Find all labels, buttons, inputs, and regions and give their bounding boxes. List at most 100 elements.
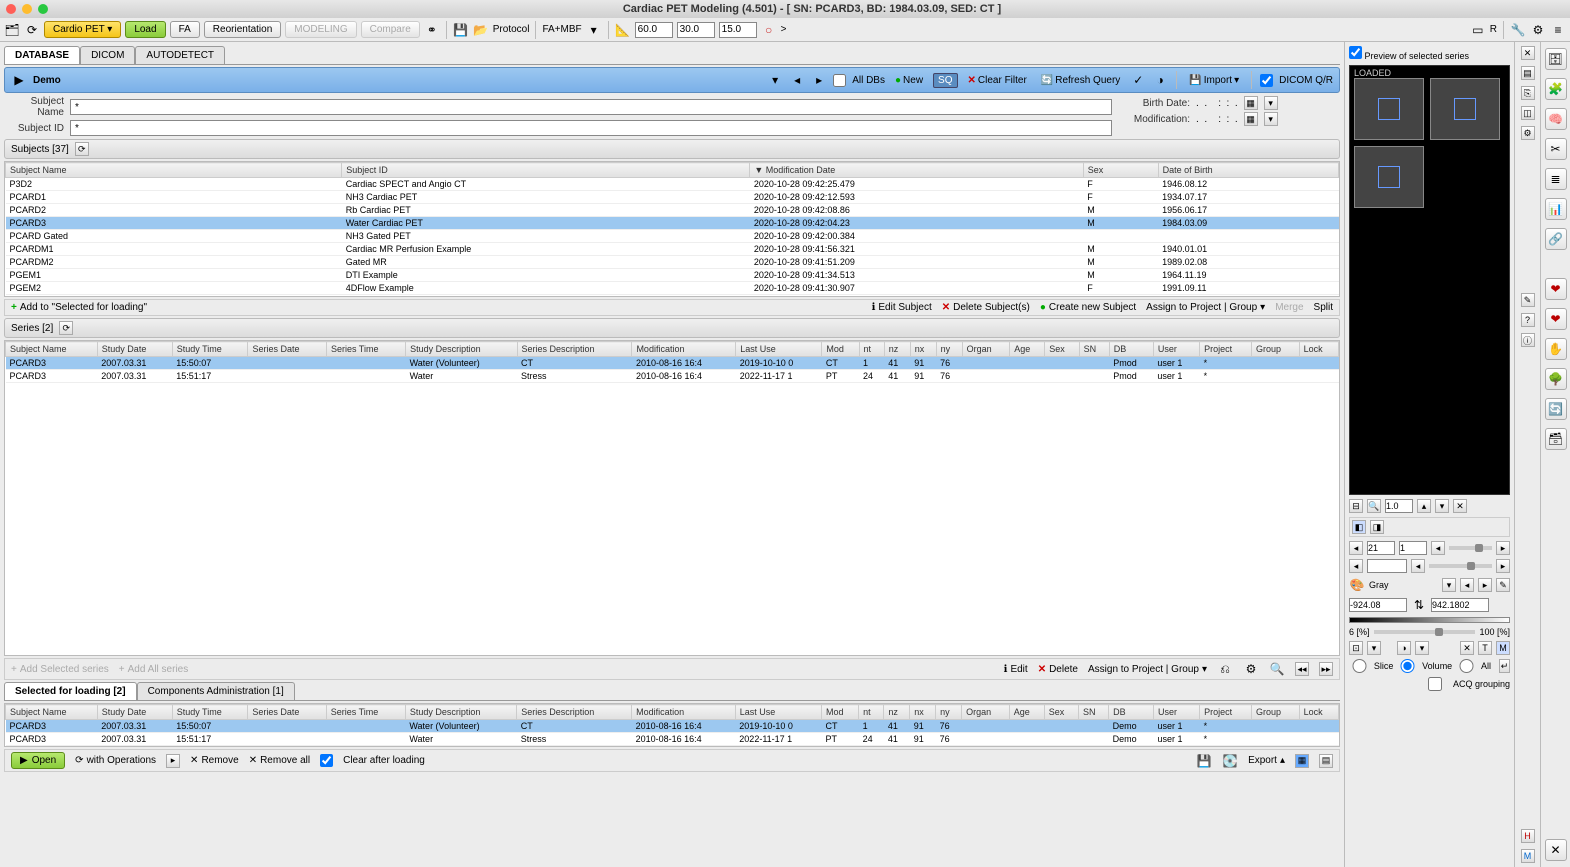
- series-tool1-icon[interactable]: ⎌: [1217, 661, 1233, 677]
- t-prev-icon[interactable]: ◂: [1349, 559, 1363, 573]
- series-nav-prev[interactable]: ◂◂: [1295, 662, 1309, 676]
- link-icon[interactable]: ⚭: [424, 22, 440, 38]
- palette-icon[interactable]: 🎨: [1349, 577, 1365, 593]
- tool-x-icon[interactable]: ✕: [1460, 641, 1474, 655]
- clear-after-check[interactable]: [320, 754, 333, 767]
- zoom-dn-icon[interactable]: ▾: [1435, 499, 1449, 513]
- tab-autodetect[interactable]: AUTODETECT: [135, 46, 225, 64]
- alldbs-check[interactable]: [833, 74, 846, 87]
- monitor-icon[interactable]: ▭: [1470, 22, 1486, 38]
- table-row[interactable]: PGEM1DTI Example2020-10-28 09:41:34.513M…: [6, 269, 1339, 282]
- mod-tree-icon[interactable]: 🌳: [1545, 368, 1567, 390]
- mod-stack-icon[interactable]: 🗃: [1545, 428, 1567, 450]
- table-row[interactable]: PCARD32007.03.3115:50:07Water (Volunteer…: [6, 720, 1339, 733]
- load-button[interactable]: Load: [125, 21, 165, 38]
- t-slider[interactable]: [1429, 564, 1492, 568]
- mod-bars-icon[interactable]: 📊: [1545, 198, 1567, 220]
- col-modification-date[interactable]: ▼ Modification Date: [750, 163, 1083, 178]
- tool-m-icon[interactable]: M: [1496, 641, 1510, 655]
- series-nav-next[interactable]: ▸▸: [1319, 662, 1333, 676]
- merge-button[interactable]: Merge: [1275, 302, 1303, 313]
- axis-icon[interactable]: 📐: [615, 22, 631, 38]
- subjects-refresh-icon[interactable]: ⟳: [75, 142, 89, 156]
- mod-hand-icon[interactable]: ✋: [1545, 338, 1567, 360]
- bd-drop-icon[interactable]: ▾: [1264, 96, 1278, 110]
- volume-radio[interactable]: [1397, 659, 1418, 673]
- param2-input[interactable]: [677, 22, 715, 38]
- col-date-of-birth[interactable]: Date of Birth: [1158, 163, 1338, 178]
- side-m-icon[interactable]: M: [1521, 849, 1535, 863]
- all-radio[interactable]: [1456, 659, 1477, 673]
- cm-edit-icon[interactable]: ✎: [1496, 578, 1510, 592]
- preview-thumb-1[interactable]: [1354, 78, 1424, 140]
- list-icon[interactable]: ▤: [1319, 754, 1333, 768]
- preview-thumb-3[interactable]: [1354, 146, 1424, 208]
- save-icon[interactable]: 💾: [453, 22, 469, 38]
- window-slider[interactable]: [1374, 630, 1476, 634]
- fa-button[interactable]: FA: [170, 21, 200, 38]
- cm-prev-icon[interactable]: ◂: [1460, 578, 1474, 592]
- tab-dicom[interactable]: DICOM: [80, 46, 135, 64]
- refresh-confirm-icon[interactable]: ✓: [1130, 72, 1146, 88]
- mod-heart1-icon[interactable]: ❤: [1545, 278, 1567, 300]
- db-icon[interactable]: 🗂: [4, 22, 20, 38]
- acq-check[interactable]: [1421, 677, 1449, 691]
- famfb-label[interactable]: FA+MBF: [542, 24, 581, 35]
- table-row[interactable]: PGEM24DFlow Example2020-10-28 09:41:30.9…: [6, 282, 1339, 295]
- side-gear-icon[interactable]: ⚙: [1521, 126, 1535, 140]
- mod-close-icon[interactable]: ✕: [1545, 839, 1567, 861]
- modeling-button[interactable]: MODELING: [285, 21, 356, 38]
- step-back-icon[interactable]: ◂: [1431, 541, 1445, 555]
- col-sex[interactable]: Sex: [1083, 163, 1158, 178]
- tab-database[interactable]: DATABASE: [4, 46, 80, 64]
- close-icon[interactable]: [6, 4, 16, 14]
- side-info-icon[interactable]: ⓘ: [1521, 333, 1535, 347]
- tab-selected-loading[interactable]: Selected for loading [2]: [4, 682, 137, 700]
- prev-icon[interactable]: ◂: [789, 72, 805, 88]
- side-view-icon[interactable]: ◫: [1521, 106, 1535, 120]
- refresh-query-button[interactable]: 🔄 Refresh Query: [1037, 74, 1124, 87]
- new-button[interactable]: ●New: [891, 74, 927, 87]
- win-min-input[interactable]: [1349, 598, 1407, 612]
- side-h-icon[interactable]: H: [1521, 829, 1535, 843]
- layout-b-icon[interactable]: ◨: [1370, 520, 1384, 534]
- subject-id-input[interactable]: [70, 120, 1112, 136]
- table-row[interactable]: PCARD32007.03.3115:51:17WaterStress2010-…: [6, 370, 1339, 383]
- reorientation-button[interactable]: Reorientation: [204, 21, 281, 38]
- zoom-up-icon[interactable]: ▴: [1417, 499, 1431, 513]
- series-refresh-icon[interactable]: ⟳: [59, 321, 73, 335]
- bd-cal-icon[interactable]: ▦: [1244, 96, 1258, 110]
- maximize-icon[interactable]: [38, 4, 48, 14]
- mod-flow-icon[interactable]: 🧩: [1545, 78, 1567, 100]
- cardio-pet-button[interactable]: Cardio PET ▾: [44, 21, 121, 38]
- save-icon2[interactable]: 💾: [1196, 753, 1212, 769]
- slice-slider[interactable]: [1449, 546, 1492, 550]
- dropdown-icon[interactable]: ▾: [586, 22, 602, 38]
- table-row[interactable]: P3D2Cardiac SPECT and Angio CT2020-10-28…: [6, 178, 1339, 191]
- tool1-icon[interactable]: ⊡: [1349, 641, 1363, 655]
- col-subject-id[interactable]: Subject ID: [342, 163, 750, 178]
- add-selected-series-button[interactable]: +Add Selected series: [11, 664, 109, 675]
- layout-a-icon[interactable]: ◧: [1352, 520, 1366, 534]
- preview-thumb-2[interactable]: [1430, 78, 1500, 140]
- assign-project-button[interactable]: Assign to Project | Group ▾: [1146, 302, 1265, 313]
- subjects-table[interactable]: Subject NameSubject ID▼ Modification Dat…: [4, 161, 1340, 297]
- table-row[interactable]: PCARDM1Cardiac MR Perfusion Example2020-…: [6, 243, 1339, 256]
- delete-subject-button[interactable]: ✕Delete Subject(s): [942, 302, 1030, 313]
- disk-icon[interactable]: 💽: [1222, 753, 1238, 769]
- table-row[interactable]: PCARD32007.03.3115:51:17WaterStress2010-…: [6, 733, 1339, 746]
- win-max-input[interactable]: [1431, 598, 1489, 612]
- table-row[interactable]: PCARD2Rb Cardiac PET2020-10-28 09:42:08.…: [6, 204, 1339, 217]
- t-fwd-icon[interactable]: ▸: [1496, 559, 1510, 573]
- compare-button[interactable]: Compare: [361, 21, 420, 38]
- param3-input[interactable]: [719, 22, 757, 38]
- tools-icon[interactable]: 🔧: [1510, 22, 1526, 38]
- edit-series-button[interactable]: ℹ Edit: [1004, 664, 1028, 675]
- tool2-icon[interactable]: ◑: [1397, 641, 1411, 655]
- preview-check[interactable]: [1349, 46, 1362, 59]
- cm-next-icon[interactable]: ▸: [1478, 578, 1492, 592]
- export-button[interactable]: Export ▴: [1248, 755, 1285, 766]
- side-layer-icon[interactable]: ▤: [1521, 66, 1535, 80]
- add-all-series-button[interactable]: +Add All series: [119, 664, 188, 675]
- table-row[interactable]: PCARD1NH3 Cardiac PET2020-10-28 09:42:12…: [6, 191, 1339, 204]
